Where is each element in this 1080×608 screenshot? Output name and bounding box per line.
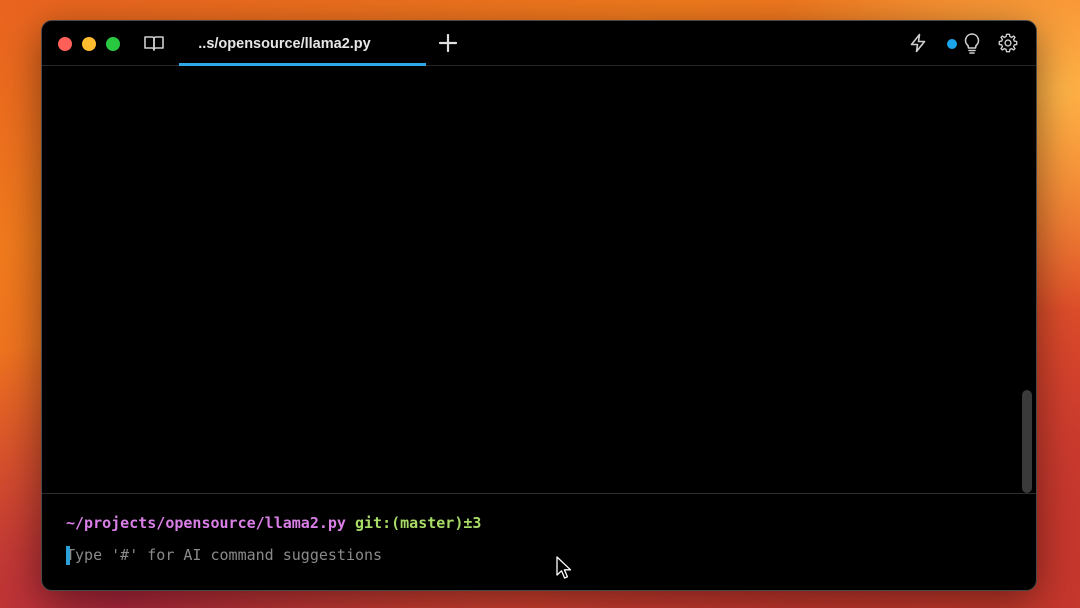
title-bar: ..s/opensource/llama2.py	[42, 21, 1036, 66]
gear-icon[interactable]	[997, 32, 1019, 54]
tab-active[interactable]: ..s/opensource/llama2.py	[179, 21, 426, 66]
input-divider	[42, 493, 1036, 494]
mouse-pointer-icon	[556, 556, 572, 579]
minimize-window-button[interactable]	[82, 37, 96, 51]
plus-icon[interactable]	[438, 33, 458, 53]
prompt-path: ~/projects/opensource/llama2.py	[66, 514, 346, 532]
terminal-window: ..s/opensource/llama2.py ~/projects/open…	[41, 20, 1037, 591]
tab-title: ..s/opensource/llama2.py	[198, 35, 371, 52]
command-input[interactable]	[66, 545, 966, 565]
terminal-output-area[interactable]	[42, 67, 1036, 493]
status-dot	[947, 39, 957, 49]
close-window-button[interactable]	[58, 37, 72, 51]
text-cursor	[66, 546, 70, 565]
lightbulb-icon[interactable]	[962, 32, 982, 54]
book-icon[interactable]	[143, 34, 165, 52]
scrollbar-thumb[interactable]	[1022, 390, 1032, 493]
shell-prompt: ~/projects/opensource/llama2.py git:(mas…	[66, 514, 481, 532]
command-input-row	[66, 545, 966, 565]
prompt-git-status: git:(master)±3	[355, 514, 482, 532]
bolt-icon[interactable]	[908, 33, 928, 53]
tab-active-indicator	[179, 63, 426, 66]
zoom-window-button[interactable]	[106, 37, 120, 51]
